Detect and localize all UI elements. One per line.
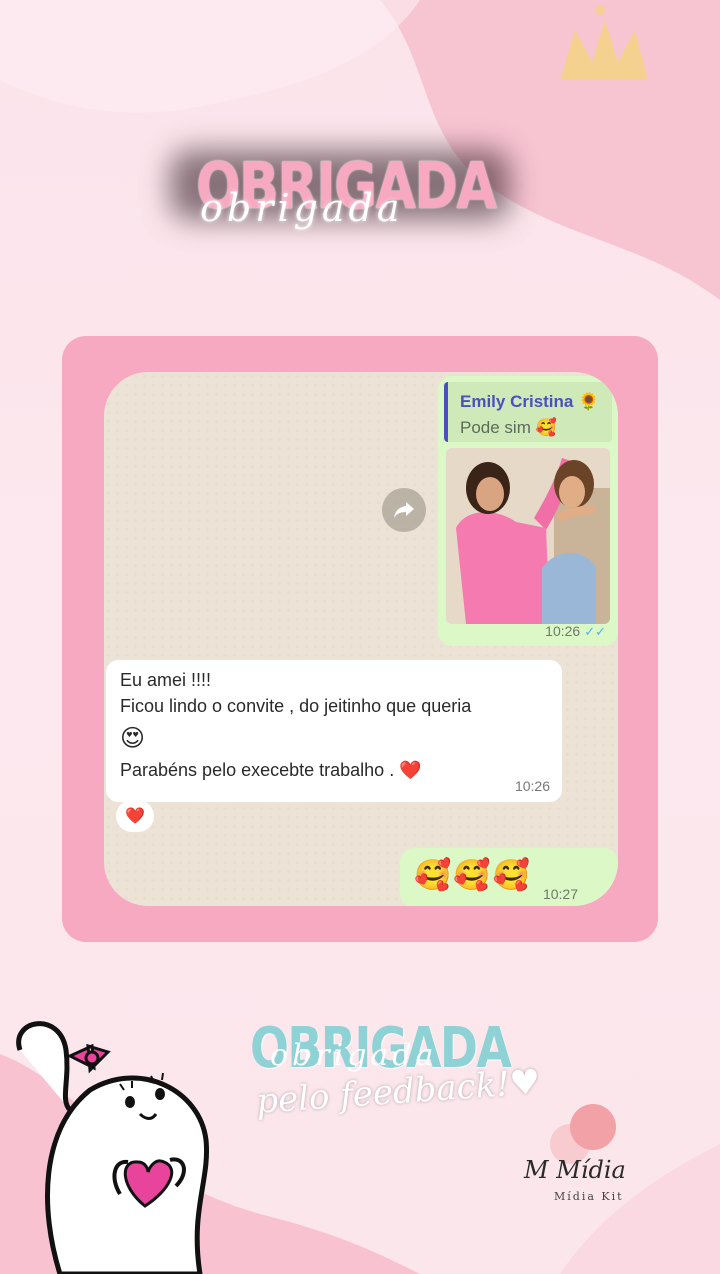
- shared-photo[interactable]: [446, 448, 610, 624]
- message-timestamp: 10:27: [542, 886, 578, 902]
- smiling-hearts-emoji: 🥰: [414, 859, 452, 892]
- reply-quoted-text: Pode sim 🥰: [460, 418, 557, 437]
- message-line: Parabéns pelo execebte trabalho . ❤️: [120, 760, 422, 780]
- brand-name: M Mídia: [524, 1156, 626, 1184]
- message-timestamp: 10:26: [514, 778, 550, 794]
- cartoon-character-illustration: [16, 1021, 210, 1274]
- smiling-hearts-emoji: 🥰: [453, 859, 491, 892]
- brand-tagline: Mídia Kit: [554, 1190, 624, 1203]
- message-timestamp: 10:26 ✓✓: [545, 623, 606, 639]
- incoming-message[interactable]: Eu amei !!!! Ficou lindo o convite , do …: [106, 660, 562, 802]
- chat-conversation: Emily Cristina 🌻 Pode sim 🥰 10:26 ✓✓ Eu …: [104, 372, 618, 906]
- message-emoji: 😍: [120, 725, 146, 752]
- smiling-hearts-emoji: 🥰: [492, 859, 531, 892]
- heart-reaction-icon[interactable]: ❤️: [116, 800, 154, 832]
- title-script-overlay: obrigada: [200, 186, 404, 230]
- thank-you-title: OBRIGADA obrigada: [160, 140, 560, 250]
- reply-quote[interactable]: Emily Cristina 🌻 Pode sim 🥰: [444, 382, 612, 442]
- title-script-overlay: obrigada: [270, 1038, 438, 1073]
- forward-icon[interactable]: [382, 488, 426, 532]
- feedback-title: OBRIGADA obrigada pelo feedback!♥: [250, 1016, 542, 1126]
- reply-sender-name: Emily Cristina 🌻: [460, 392, 600, 411]
- brand-logo: M Mídia Mídia Kit: [520, 1100, 660, 1210]
- read-receipt-icon: ✓✓: [584, 624, 606, 639]
- message-line: Ficou lindo o convite , do jeitinho que …: [120, 696, 472, 716]
- outgoing-image-message[interactable]: Emily Cristina 🌻 Pode sim 🥰 10:26 ✓✓: [438, 376, 618, 646]
- outgoing-emoji-message[interactable]: 🥰 🥰 🥰 10:27: [400, 848, 618, 906]
- message-line: Eu amei !!!!: [120, 670, 212, 690]
